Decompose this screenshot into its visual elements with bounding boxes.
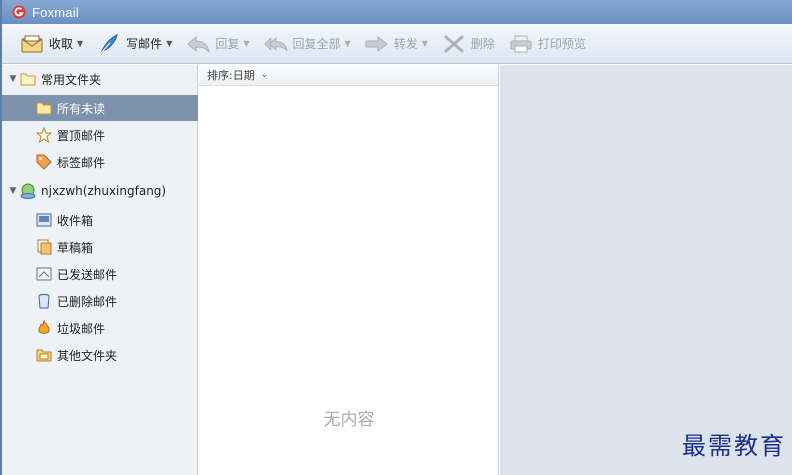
trash-can-icon xyxy=(36,293,52,309)
sidebar-item-label: 其他文件夹 xyxy=(57,348,118,363)
print-preview-label: 打印预览 xyxy=(537,37,586,51)
sidebar-item-sent[interactable]: 已发送邮件 xyxy=(2,261,198,287)
forward-label: 转发 xyxy=(393,37,418,51)
reply-arrow-icon xyxy=(186,34,210,54)
sidebar-item-other-folders[interactable]: 其他文件夹 xyxy=(2,342,198,368)
sidebar-item-inbox[interactable]: 收件箱 xyxy=(2,207,198,233)
expand-triangle-icon[interactable]: ▼ xyxy=(8,74,18,84)
delete-x-icon xyxy=(442,34,466,54)
inbox-icon xyxy=(36,212,52,228)
sent-mail-icon xyxy=(36,266,52,282)
chevron-down-icon[interactable]: ▼ xyxy=(77,39,83,48)
chevron-down-icon[interactable]: ▼ xyxy=(243,39,249,48)
sidebar-item-label: 垃圾邮件 xyxy=(57,321,106,336)
reply-button[interactable]: 回复 ▼ xyxy=(186,30,250,58)
folder-icon xyxy=(36,347,52,363)
print-preview-button[interactable]: 打印预览 xyxy=(509,30,586,58)
account-globe-icon xyxy=(20,183,36,199)
foxmail-window: Foxmail 收取 ▼ 写邮件 ▼ 回复 ▼ 回复全部 ▼ 转发 ▼ 删除 打… xyxy=(0,0,792,475)
sidebar-item-label: 标签邮件 xyxy=(57,155,106,170)
empty-list-text: 无内容 xyxy=(323,410,375,430)
folder-icon xyxy=(20,71,36,87)
receive-label: 收取 xyxy=(49,37,74,51)
message-list-pane: 排序:日期 ⌄ 无内容 xyxy=(199,65,499,475)
tree-group-label: 常用文件夹 xyxy=(41,72,102,87)
folder-sidebar: ▼ 常用文件夹 所有未读 置顶邮件 标签邮件 ▼ njxzwh(zhuxingf… xyxy=(2,65,198,475)
tree-group-label: njxzwh(zhuxingfang) xyxy=(41,184,167,198)
flame-icon xyxy=(36,320,52,336)
sidebar-item-label: 草稿箱 xyxy=(57,240,94,255)
sidebar-item-deleted[interactable]: 已删除邮件 xyxy=(2,288,198,314)
delete-label: 删除 xyxy=(470,37,495,51)
feather-pen-icon xyxy=(97,33,121,54)
delete-button[interactable]: 删除 xyxy=(442,30,495,58)
compose-button[interactable]: 写邮件 ▼ xyxy=(97,30,172,58)
sidebar-item-label: 收件箱 xyxy=(57,213,94,228)
printer-icon xyxy=(509,34,533,54)
tree-group-account[interactable]: ▼ njxzwh(zhuxingfang) xyxy=(2,178,198,204)
sort-selector[interactable]: 排序:日期 ⌄ xyxy=(199,65,498,86)
receive-button[interactable]: 收取 ▼ xyxy=(20,30,83,58)
chevron-down-icon[interactable]: ⌄ xyxy=(261,70,269,80)
watermark-text: 最需教育 xyxy=(682,432,786,460)
toolbar: 收取 ▼ 写邮件 ▼ 回复 ▼ 回复全部 ▼ 转发 ▼ 删除 打印预览 xyxy=(2,24,792,64)
sort-label: 排序:日期 xyxy=(207,69,255,82)
reply-all-button[interactable]: 回复全部 ▼ xyxy=(263,30,351,58)
tree-group-favorites[interactable]: ▼ 常用文件夹 xyxy=(2,66,198,92)
chevron-down-icon[interactable]: ▼ xyxy=(345,39,351,48)
sidebar-item-pinned[interactable]: 置顶邮件 xyxy=(2,122,198,148)
chevron-down-icon[interactable]: ▼ xyxy=(422,39,428,48)
drafts-icon xyxy=(36,239,52,255)
star-icon xyxy=(36,127,52,143)
sidebar-item-label: 所有未读 xyxy=(57,101,106,116)
title-bar: Foxmail xyxy=(2,0,792,24)
foxmail-logo-icon xyxy=(12,5,26,19)
reply-label: 回复 xyxy=(215,37,240,51)
sidebar-item-tagged[interactable]: 标签邮件 xyxy=(2,149,198,175)
sidebar-item-label: 置顶邮件 xyxy=(57,128,106,143)
expand-triangle-icon[interactable]: ▼ xyxy=(8,186,18,196)
window-title: Foxmail xyxy=(32,4,79,20)
reply-all-label: 回复全部 xyxy=(292,37,341,51)
receive-mail-icon xyxy=(20,34,44,54)
preview-pane: 最需教育 xyxy=(500,65,792,475)
sidebar-item-all-unread[interactable]: 所有未读 xyxy=(2,95,198,121)
compose-label: 写邮件 xyxy=(126,37,163,51)
sidebar-item-junk[interactable]: 垃圾邮件 xyxy=(2,315,198,341)
folder-icon xyxy=(36,100,52,116)
chevron-down-icon[interactable]: ▼ xyxy=(166,39,172,48)
sidebar-item-label: 已删除邮件 xyxy=(57,294,118,309)
forward-arrow-icon xyxy=(365,34,389,54)
reply-all-arrow-icon xyxy=(263,34,288,54)
sidebar-item-label: 已发送邮件 xyxy=(57,267,118,282)
forward-button[interactable]: 转发 ▼ xyxy=(365,30,428,58)
sidebar-item-drafts[interactable]: 草稿箱 xyxy=(2,234,198,260)
tag-icon xyxy=(36,154,52,170)
